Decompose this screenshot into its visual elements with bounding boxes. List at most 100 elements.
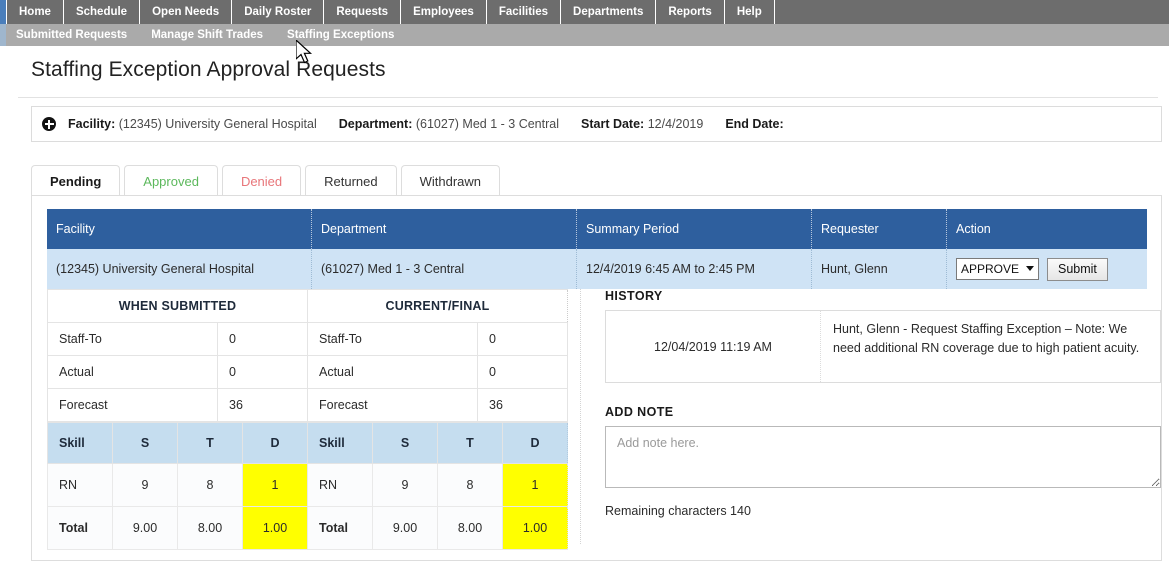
- skill-d-submitted: 1: [243, 464, 308, 507]
- column-header-t-current: T: [438, 423, 503, 464]
- nav-item-schedule[interactable]: Schedule: [64, 0, 140, 24]
- nav-item-reports[interactable]: Reports: [656, 0, 724, 24]
- metric-value-submitted: 0: [218, 323, 308, 356]
- request-table: Facility Department Summary Period Reque…: [47, 209, 1147, 289]
- nav-item-employees[interactable]: Employees: [401, 0, 487, 24]
- column-header-s-submitted: S: [113, 423, 178, 464]
- tab-label: Denied: [241, 174, 282, 189]
- end-date-field: End Date:: [725, 117, 783, 131]
- column-header-requester: Requester: [812, 209, 947, 249]
- nav-item-label: Home: [19, 6, 51, 18]
- cell-facility: (12345) University General Hospital: [47, 249, 312, 289]
- subnav-item-staffing-exceptions[interactable]: Staffing Exceptions: [277, 29, 408, 41]
- pending-tab-panel: Facility Department Summary Period Reque…: [31, 195, 1162, 561]
- nav-item-label: Open Needs: [152, 6, 219, 18]
- end-date-label: End Date:: [725, 117, 783, 131]
- metric-label-current: Staff-To: [308, 323, 478, 356]
- cell-summary-period: 12/4/2019 6:45 AM to 2:45 PM: [577, 249, 812, 289]
- history-section-title: HISTORY: [605, 289, 1148, 303]
- metric-value-current: 0: [478, 323, 568, 356]
- start-date-field: Start Date: 12/4/2019: [581, 117, 703, 131]
- add-note-title: ADD NOTE: [605, 405, 1148, 419]
- tab-label: Pending: [50, 174, 101, 189]
- submit-button[interactable]: Submit: [1047, 258, 1108, 281]
- skill-name-submitted: RN: [48, 464, 113, 507]
- total-s-submitted: 9.00: [113, 507, 178, 550]
- skill-t-submitted: 8: [178, 464, 243, 507]
- nav-filler: [775, 0, 1169, 24]
- add-note-textarea[interactable]: [605, 426, 1161, 488]
- nav-item-label: Requests: [336, 6, 388, 18]
- department-value: (61027) Med 1 - 3 Central: [416, 117, 559, 131]
- metric-label-submitted: Forecast: [48, 389, 218, 422]
- table-row: (12345) University General Hospital (610…: [47, 249, 1147, 289]
- metric-value-current: 0: [478, 356, 568, 389]
- skill-table: Skill S T D Skill S T D RN 9 8 1 RN 9 8 …: [47, 422, 568, 550]
- filter-info-bar: Facility: (12345) University General Hos…: [31, 106, 1162, 142]
- action-select[interactable]: APPROVE: [956, 258, 1039, 280]
- remaining-characters-label: Remaining characters 140: [605, 504, 1148, 518]
- nav-item-requests[interactable]: Requests: [324, 0, 401, 24]
- nav-item-label: Departments: [573, 6, 643, 18]
- table-total-row: Total 9.00 8.00 1.00 Total 9.00 8.00 1.0…: [48, 507, 568, 550]
- total-d-submitted: 1.00: [243, 507, 308, 550]
- total-t-submitted: 8.00: [178, 507, 243, 550]
- nav-item-label: Employees: [413, 6, 474, 18]
- department-label: Department:: [339, 117, 413, 131]
- detail-right-column: HISTORY 12/04/2019 11:19 AM Hunt, Glenn …: [580, 289, 1148, 544]
- subnav-item-label: Staffing Exceptions: [287, 29, 394, 41]
- metric-label-current: Actual: [308, 356, 478, 389]
- tab-denied[interactable]: Denied: [222, 165, 301, 196]
- tab-returned[interactable]: Returned: [305, 165, 396, 196]
- cell-requester: Hunt, Glenn: [812, 249, 947, 289]
- metric-value-submitted: 0: [218, 356, 308, 389]
- column-header-action: Action: [947, 209, 1147, 249]
- sub-navigation-bar: Submitted Requests Manage Shift Trades S…: [0, 24, 1169, 46]
- nav-item-departments[interactable]: Departments: [561, 0, 656, 24]
- tab-pending[interactable]: Pending: [31, 165, 120, 196]
- start-date-value: 12/4/2019: [648, 117, 704, 131]
- nav-item-help[interactable]: Help: [725, 0, 775, 24]
- table-row: Actual 0 Actual 0: [48, 356, 568, 389]
- subnav-item-manage-shift-trades[interactable]: Manage Shift Trades: [141, 29, 277, 41]
- subnav-item-label: Manage Shift Trades: [151, 29, 263, 41]
- nav-item-daily-roster[interactable]: Daily Roster: [232, 0, 324, 24]
- tab-label: Approved: [143, 174, 199, 189]
- plus-circle-icon[interactable]: [42, 117, 56, 131]
- group-header-when-submitted: WHEN SUBMITTED: [48, 290, 308, 323]
- page-title: Staffing Exception Approval Requests: [31, 58, 386, 82]
- metric-label-current: Forecast: [308, 389, 478, 422]
- subnav-item-label: Submitted Requests: [16, 29, 127, 41]
- column-header-t-submitted: T: [178, 423, 243, 464]
- column-header-d-submitted: D: [243, 423, 308, 464]
- column-header-skill-current: Skill: [308, 423, 373, 464]
- request-table-header-row: Facility Department Summary Period Reque…: [47, 209, 1147, 249]
- tab-withdrawn[interactable]: Withdrawn: [401, 165, 500, 196]
- table-row: RN 9 8 1 RN 9 8 1: [48, 464, 568, 507]
- facility-label: Facility:: [68, 117, 115, 131]
- tab-approved[interactable]: Approved: [124, 165, 218, 196]
- total-d-current: 1.00: [503, 507, 568, 550]
- nav-item-label: Reports: [668, 6, 711, 18]
- subnav-item-submitted-requests[interactable]: Submitted Requests: [6, 29, 141, 41]
- nav-item-facilities[interactable]: Facilities: [487, 0, 561, 24]
- column-header-summary-period: Summary Period: [577, 209, 812, 249]
- nav-item-home[interactable]: Home: [6, 0, 64, 24]
- table-row: Staff-To 0 Staff-To 0: [48, 323, 568, 356]
- column-header-d-current: D: [503, 423, 568, 464]
- facility-field: Facility: (12345) University General Hos…: [68, 117, 317, 131]
- add-note-section: ADD NOTE Remaining characters 140: [605, 405, 1148, 518]
- metrics-group-header-row: WHEN SUBMITTED CURRENT/FINAL: [48, 290, 568, 323]
- total-label-submitted: Total: [48, 507, 113, 550]
- top-navigation-bar: Home Schedule Open Needs Daily Roster Re…: [0, 0, 1169, 24]
- nav-item-label: Facilities: [499, 6, 548, 18]
- history-text: Hunt, Glenn - Request Staffing Exception…: [821, 311, 1160, 382]
- skill-table-header-row: Skill S T D Skill S T D: [48, 423, 568, 464]
- column-header-facility: Facility: [47, 209, 312, 249]
- history-timestamp: 12/04/2019 11:19 AM: [606, 311, 821, 382]
- metrics-table: WHEN SUBMITTED CURRENT/FINAL Staff-To 0 …: [47, 289, 568, 422]
- detail-left-column: WHEN SUBMITTED CURRENT/FINAL Staff-To 0 …: [47, 289, 568, 550]
- group-header-current-final: CURRENT/FINAL: [308, 290, 568, 323]
- nav-item-open-needs[interactable]: Open Needs: [140, 0, 232, 24]
- total-s-current: 9.00: [373, 507, 438, 550]
